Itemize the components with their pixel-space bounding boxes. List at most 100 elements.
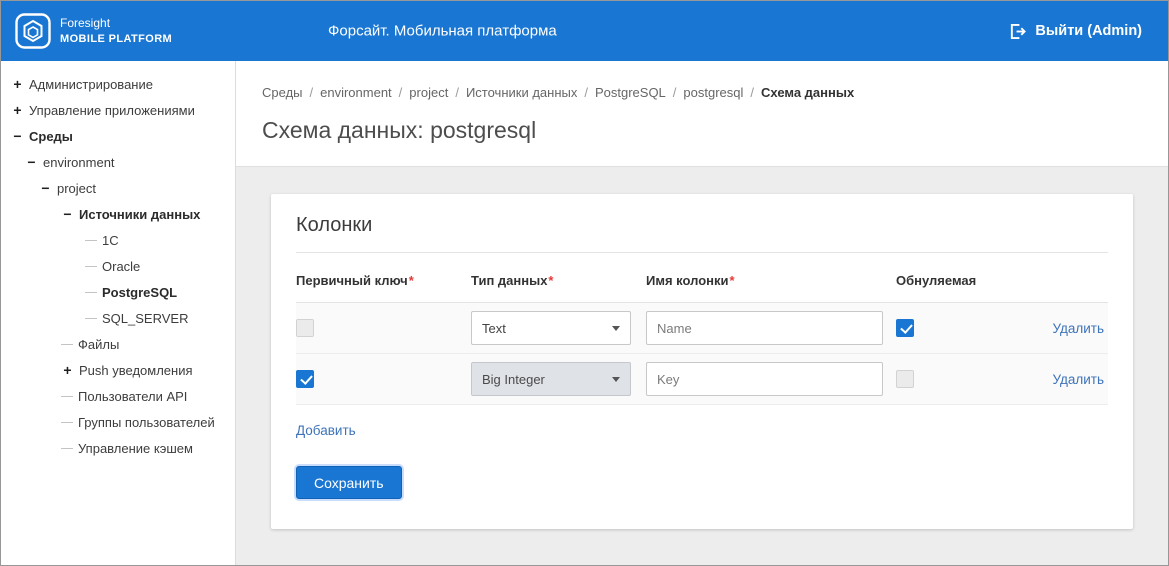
tree-item-label: Файлы	[78, 336, 120, 352]
save-button[interactable]: Сохранить	[296, 466, 402, 499]
content-area: Колонки Первичный ключ* Тип данных* Имя …	[236, 167, 1168, 565]
table-header-row: Первичный ключ* Тип данных* Имя колонки*…	[296, 253, 1108, 303]
expand-icon[interactable]: +	[11, 102, 24, 118]
primary-key-checkbox[interactable]	[296, 319, 314, 337]
collapse-icon[interactable]: −	[11, 128, 24, 144]
header-label: Имя колонки	[646, 273, 729, 288]
collapse-icon[interactable]: −	[39, 180, 52, 196]
collapse-icon[interactable]: −	[25, 154, 38, 170]
sidebar-item-api-users[interactable]: Пользователи API	[1, 383, 235, 409]
delete-link[interactable]: Удалить	[1052, 372, 1104, 387]
collapse-icon[interactable]: −	[61, 206, 74, 222]
chevron-down-icon	[612, 325, 620, 331]
header-label: Обнуляемая	[896, 273, 977, 288]
col-header-data-type: Тип данных*	[471, 273, 646, 288]
tree-item-label: Группы пользователей	[78, 414, 215, 430]
sidebar-item-administration[interactable]: + Администрирование	[1, 71, 235, 97]
header-label: Тип данных	[471, 273, 548, 288]
tree-connector	[61, 447, 73, 449]
sidebar-item-1c[interactable]: 1C	[1, 227, 235, 253]
breadcrumb-item[interactable]: Источники данных	[466, 85, 577, 100]
header-label: Первичный ключ	[296, 273, 408, 288]
tree-connector	[85, 239, 97, 241]
sidebar-item-data-sources[interactable]: − Источники данных	[1, 201, 235, 227]
breadcrumb: Среды / environment / project / Источник…	[262, 85, 1138, 100]
breadcrumb-separator: /	[584, 85, 588, 100]
breadcrumb-separator: /	[672, 85, 677, 100]
sidebar-item-environment[interactable]: − environment	[1, 149, 235, 175]
data-type-value: Big Integer	[482, 371, 545, 387]
logo-text: Foresight MOBILE PLATFORM	[60, 16, 172, 46]
logo-title: Foresight	[60, 16, 111, 31]
tree-item-label: Источники данных	[79, 206, 201, 222]
nullable-checkbox[interactable]	[896, 370, 914, 388]
breadcrumb-item-current: Схема данных	[761, 85, 855, 100]
col-header-column-name: Имя колонки*	[646, 273, 896, 288]
page-title: Схема данных: postgresql	[262, 117, 537, 143]
breadcrumb-separator: /	[398, 85, 403, 100]
sidebar-item-postgresql[interactable]: PostgreSQL	[1, 279, 235, 305]
tree-connector	[85, 265, 97, 267]
breadcrumb-item[interactable]: postgresql	[683, 85, 743, 100]
tree-connector	[61, 421, 73, 423]
breadcrumb-item[interactable]: PostgreSQL	[595, 85, 666, 100]
delete-link[interactable]: Удалить	[1052, 321, 1104, 336]
top-bar: Foresight MOBILE PLATFORM Форсайт. Мобил…	[1, 1, 1168, 61]
sidebar-item-push-notifications[interactable]: + Push уведомления	[1, 357, 235, 383]
add-row: Добавить	[296, 422, 1108, 440]
logo-subtitle: MOBILE PLATFORM	[60, 32, 173, 45]
primary-key-checkbox[interactable]	[296, 370, 314, 388]
columns-card: Колонки Первичный ключ* Тип данных* Имя …	[271, 194, 1133, 529]
sidebar-item-oracle[interactable]: Oracle	[1, 253, 235, 279]
logout-label: Выйти (Admin)	[1035, 23, 1142, 39]
expand-icon[interactable]: +	[11, 76, 24, 92]
tree-item-label: Пользователи API	[78, 388, 188, 404]
breadcrumb-item[interactable]: environment	[320, 85, 392, 100]
table-row: Text Удалить	[296, 303, 1108, 354]
logo: Foresight MOBILE PLATFORM	[15, 13, 172, 49]
sidebar-item-project[interactable]: − project	[1, 175, 235, 201]
app-window: Foresight MOBILE PLATFORM Форсайт. Мобил…	[0, 0, 1169, 566]
main-area: Среды / environment / project / Источник…	[236, 61, 1168, 565]
sidebar-item-environments[interactable]: − Среды	[1, 123, 235, 149]
breadcrumb-item[interactable]: Среды	[262, 85, 303, 100]
sidebar-item-files[interactable]: Файлы	[1, 331, 235, 357]
required-mark: *	[729, 273, 735, 288]
tree-item-label: SQL_SERVER	[102, 310, 189, 326]
breadcrumb-item[interactable]: project	[409, 85, 448, 100]
data-type-value: Text	[482, 320, 506, 336]
data-type-select[interactable]: Text	[471, 311, 631, 345]
tree-item-label: Push уведомления	[79, 362, 193, 378]
page-header: Среды / environment / project / Источник…	[236, 61, 1168, 167]
card-title: Колонки	[296, 214, 1108, 253]
breadcrumb-separator: /	[455, 85, 459, 100]
add-link[interactable]: Добавить	[296, 423, 356, 438]
logout-button[interactable]: Выйти (Admin)	[1009, 23, 1142, 40]
breadcrumb-separator: /	[309, 85, 314, 100]
logout-icon	[1011, 23, 1027, 39]
sidebar-item-sql-server[interactable]: SQL_SERVER	[1, 305, 235, 331]
main-layout: + Администрирование + Управление приложе…	[1, 61, 1168, 565]
nullable-checkbox[interactable]	[896, 319, 914, 337]
expand-icon[interactable]: +	[61, 362, 74, 378]
tree-item-label: Среды	[29, 128, 73, 144]
data-type-select[interactable]: Big Integer	[471, 362, 631, 396]
sidebar-item-app-management[interactable]: + Управление приложениями	[1, 97, 235, 123]
tree-connector	[85, 317, 97, 319]
tree-item-label: Управление кэшем	[78, 440, 193, 456]
col-header-nullable: Обнуляемая	[896, 273, 1018, 288]
sidebar-tree: + Администрирование + Управление приложе…	[1, 61, 236, 565]
column-name-input[interactable]	[646, 362, 883, 396]
sidebar-item-user-groups[interactable]: Группы пользователей	[1, 409, 235, 435]
table-row: Big Integer Удалить	[296, 354, 1108, 405]
sidebar-item-cache-management[interactable]: Управление кэшем	[1, 435, 235, 461]
tree-item-label: Oracle	[102, 258, 141, 274]
tree-connector	[61, 343, 73, 345]
tree-item-label: 1C	[102, 232, 119, 248]
col-header-primary-key: Первичный ключ*	[296, 273, 471, 288]
chevron-down-icon	[612, 376, 620, 382]
column-name-input[interactable]	[646, 311, 883, 345]
app-title: Форсайт. Мобильная платформа	[328, 22, 557, 40]
tree-item-label: PostgreSQL	[102, 284, 178, 300]
tree-item-label: Управление приложениями	[29, 102, 195, 118]
